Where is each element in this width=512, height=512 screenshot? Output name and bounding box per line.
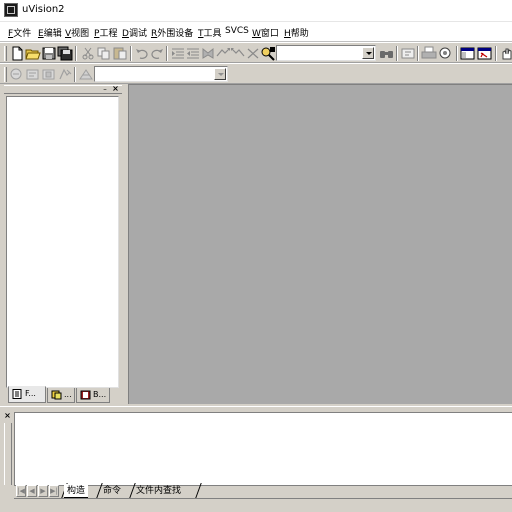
menu-debug[interactable]: D调试 <box>122 26 147 39</box>
menu-peripherals[interactable]: R外围设备 <box>151 26 193 39</box>
menu-edit[interactable]: E编辑 <box>38 26 62 39</box>
copy-icon[interactable] <box>96 46 112 61</box>
output-close-button[interactable]: × <box>3 412 12 421</box>
find-combo[interactable] <box>276 45 376 61</box>
tab-last-button[interactable]: ▶| <box>49 485 59 497</box>
workspace-close-button[interactable]: × <box>111 85 120 94</box>
tab-files-label: F... <box>25 389 36 398</box>
workspace-tree[interactable] <box>6 96 119 388</box>
new-file-icon[interactable] <box>9 46 25 61</box>
translate-icon[interactable] <box>9 67 25 82</box>
hand-icon[interactable] <box>499 46 512 61</box>
tab-books[interactable]: B... <box>76 388 110 403</box>
build-toolbar <box>0 63 512 84</box>
save-all-icon[interactable] <box>57 46 73 61</box>
menu-help[interactable]: H帮助 <box>284 26 309 39</box>
stop-build-icon[interactable] <box>57 67 73 82</box>
registers-icon <box>51 390 62 400</box>
indent-icon[interactable] <box>170 46 186 61</box>
output-toggle-icon[interactable] <box>477 46 493 61</box>
find-in-files-icon[interactable] <box>260 46 276 61</box>
tab-prev-button[interactable]: ◀ <box>27 485 37 497</box>
paste-icon[interactable] <box>112 46 128 61</box>
redo-icon[interactable] <box>149 46 165 61</box>
tab-files[interactable]: F... <box>8 386 46 403</box>
books-icon <box>80 390 91 400</box>
files-icon <box>12 389 22 399</box>
build-target-icon[interactable] <box>25 67 41 82</box>
standard-toolbar <box>0 42 512 63</box>
toolbar-grip[interactable] <box>4 46 7 61</box>
bookmark-toggle-icon[interactable] <box>200 46 216 61</box>
undo-icon[interactable] <box>134 46 150 61</box>
download-icon[interactable] <box>78 67 94 82</box>
menu-view[interactable]: V视图 <box>65 26 89 39</box>
output-text-area[interactable] <box>14 412 512 486</box>
find-icon[interactable] <box>379 46 395 61</box>
workspace-toggle-icon[interactable] <box>460 46 476 61</box>
tab-find-in-files[interactable]: 文件内查找 <box>133 484 184 498</box>
open-folder-icon[interactable] <box>25 46 41 61</box>
bookmark-next-icon[interactable] <box>215 46 231 61</box>
unindent-icon[interactable] <box>185 46 201 61</box>
output-gripper[interactable] <box>4 423 12 485</box>
toolbar-grip[interactable] <box>4 67 7 82</box>
tab-first-button[interactable]: |◀ <box>16 485 26 497</box>
rebuild-all-icon[interactable] <box>41 67 57 82</box>
menu-tools[interactable]: T工具 <box>198 26 222 39</box>
menu-bar: F文件 E编辑 V视图 P工程 D调试 R外围设备 T工具 SVCS W窗口 H… <box>0 22 512 42</box>
brace-match-icon[interactable] <box>400 46 416 61</box>
tab-registers[interactable]: ... <box>47 388 75 403</box>
mdi-client-area[interactable] <box>128 84 512 404</box>
save-icon[interactable] <box>41 46 57 61</box>
bookmark-clear-icon[interactable] <box>245 46 261 61</box>
title-bar: uVision2 <box>0 0 512 22</box>
tab-command[interactable]: 命令 <box>100 484 124 498</box>
tab-build[interactable]: 构造 <box>64 484 89 498</box>
target-combo[interactable] <box>94 66 228 82</box>
menu-project[interactable]: P工程 <box>94 26 117 39</box>
menu-file[interactable]: F文件 <box>8 26 31 39</box>
tab-next-button[interactable]: ▶ <box>38 485 48 497</box>
menu-svcs[interactable]: SVCS <box>225 26 249 36</box>
bookmark-prev-icon[interactable] <box>230 46 246 61</box>
window-title: uVision2 <box>22 4 65 15</box>
target-combo-dropdown-icon[interactable] <box>214 68 226 80</box>
output-window: × |◀ ◀ ▶ ▶| 构造 命令 文件内查找 <box>0 406 512 512</box>
workspace-float-button[interactable]: – <box>101 86 109 93</box>
menu-window[interactable]: W窗口 <box>252 26 279 39</box>
project-workspace: – × F... ... B... <box>0 84 124 406</box>
app-logo-icon[interactable] <box>4 3 18 17</box>
tab-registers-label: ... <box>64 390 72 399</box>
output-tab-divider <box>14 498 512 499</box>
find-combo-dropdown-icon[interactable] <box>362 47 374 59</box>
print-preview-icon[interactable] <box>438 46 454 61</box>
print-icon[interactable] <box>421 46 437 61</box>
cut-icon[interactable] <box>80 46 96 61</box>
tab-books-label: B... <box>93 390 107 399</box>
